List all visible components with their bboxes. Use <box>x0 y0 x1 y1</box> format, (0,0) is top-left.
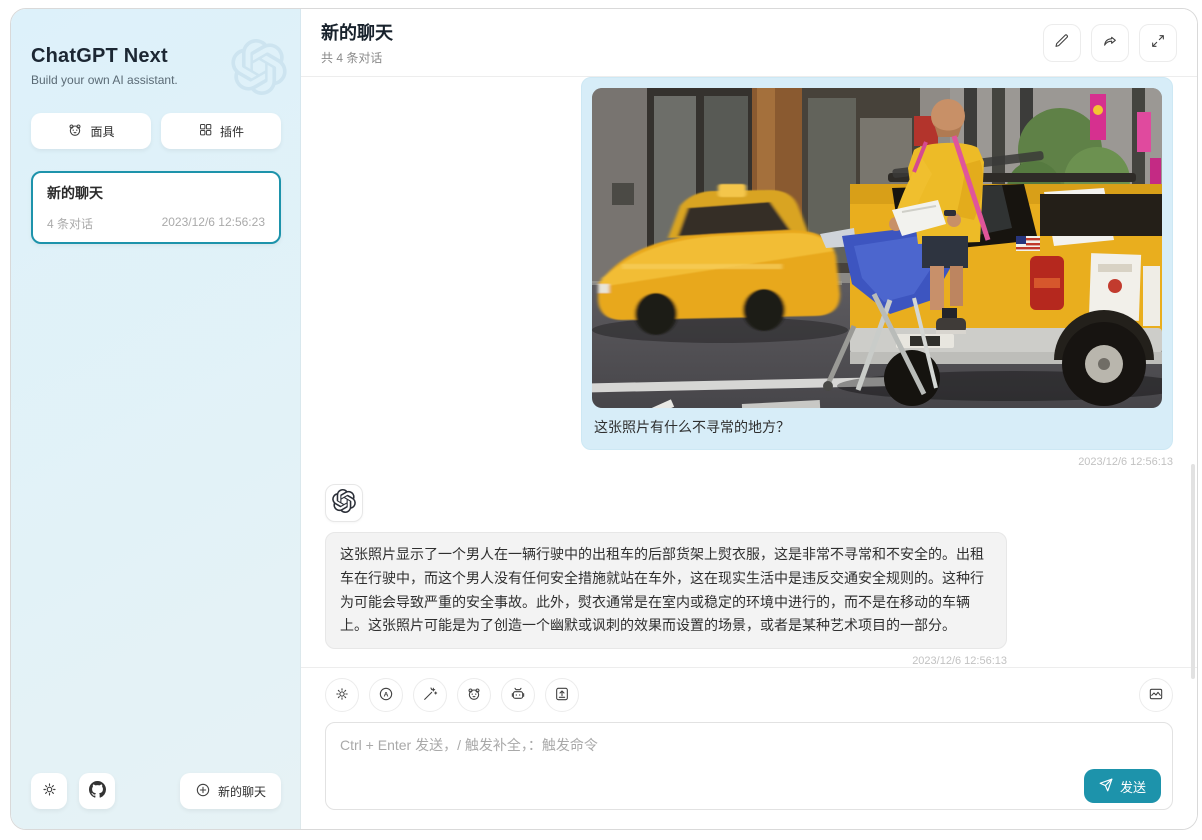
github-icon <box>89 781 106 801</box>
chat-title: 新的聊天 <box>321 19 393 45</box>
chat-panel: 新的聊天 共 4 条对话 <box>301 9 1197 829</box>
edit-pencil-icon <box>1054 33 1070 52</box>
masks-button-label: 面具 <box>90 123 114 140</box>
share-icon <box>1102 33 1118 52</box>
robot-icon <box>510 686 526 705</box>
plugins-button-label: 插件 <box>220 123 244 140</box>
settings-gear-icon <box>41 781 58 801</box>
masks-button[interactable]: 面具 <box>31 113 151 149</box>
user-message: 这张照片有什么不寻常的地方？ 2023/12/6 12:56:13 <box>325 77 1173 468</box>
theme-toggle-button[interactable]: A <box>369 678 403 712</box>
composer-panel: A <box>301 667 1197 829</box>
chat-item-time: 2023/12/6 12:56:23 <box>162 215 265 232</box>
new-chat-button[interactable]: 新的聊天 <box>180 773 281 809</box>
import-icon <box>554 686 570 705</box>
paper-plane-icon <box>1099 778 1113 795</box>
user-bubble: 这张照片有什么不寻常的地方？ <box>581 77 1173 450</box>
send-button-label: 发送 <box>1120 777 1146 796</box>
mask-icon <box>67 122 83 141</box>
openai-logo-watermark <box>231 39 287 100</box>
plugins-button[interactable]: 插件 <box>161 113 281 149</box>
prompt-hints-button[interactable] <box>413 678 447 712</box>
sidebar: ChatGPT Next Build your own AI assistant… <box>11 9 301 829</box>
user-message-text: 这张照片有什么不寻常的地方？ <box>592 408 1162 439</box>
svg-text:A: A <box>384 691 389 698</box>
rename-chat-button[interactable] <box>1043 24 1081 62</box>
chat-header: 新的聊天 共 4 条对话 <box>301 9 1197 77</box>
bot-message-text: 这张照片显示了一个男人在一辆行驶中的出租车的后部货架上熨衣服，这是非常不寻常和不… <box>325 532 1007 649</box>
chat-item-count: 4 条对话 <box>47 215 93 232</box>
github-button[interactable] <box>79 773 115 809</box>
chat-subtitle: 共 4 条对话 <box>321 49 393 66</box>
model-robot-button[interactable] <box>501 678 535 712</box>
chat-list-item-selected[interactable]: 新的聊天 4 条对话 2023/12/6 12:56:23 <box>31 171 281 244</box>
chat-input[interactable] <box>325 722 1173 810</box>
mask-icon <box>466 686 482 705</box>
chat-item-title: 新的聊天 <box>47 183 265 203</box>
fullscreen-button[interactable] <box>1139 24 1177 62</box>
user-message-timestamp: 2023/12/6 12:56:13 <box>1078 456 1173 468</box>
openai-logo-icon <box>332 489 356 518</box>
chat-body: 这张照片有什么不寻常的地方？ 2023/12/6 12:56:13 这张照片显示… <box>301 77 1197 667</box>
app-window: ChatGPT Next Build your own AI assistant… <box>10 8 1198 830</box>
send-button[interactable]: 发送 <box>1084 769 1161 803</box>
image-icon <box>1148 686 1164 705</box>
composer-toolbar: A <box>325 678 1173 712</box>
import-button[interactable] <box>545 678 579 712</box>
magic-wand-icon <box>422 686 438 705</box>
chat-scrollbar-thumb[interactable] <box>1191 464 1195 679</box>
chat-settings-button[interactable] <box>325 678 359 712</box>
image-upload-button[interactable] <box>1139 678 1173 712</box>
masks-toolbar-button[interactable] <box>457 678 491 712</box>
auto-theme-icon: A <box>378 686 394 705</box>
bot-avatar <box>325 484 363 522</box>
settings-gear-icon <box>334 686 350 705</box>
share-chat-button[interactable] <box>1091 24 1129 62</box>
fullscreen-icon <box>1150 33 1166 52</box>
new-chat-button-label: 新的聊天 <box>218 783 266 800</box>
plugins-grid-icon <box>198 122 213 140</box>
add-circle-icon <box>195 782 211 801</box>
taxi-ironing-photo[interactable] <box>592 88 1162 408</box>
bot-message: 这张照片显示了一个男人在一辆行驶中的出租车的后部货架上熨衣服，这是非常不寻常和不… <box>325 484 1173 667</box>
settings-button[interactable] <box>31 773 67 809</box>
bot-message-timestamp: 2023/12/6 12:56:13 <box>325 655 1007 667</box>
